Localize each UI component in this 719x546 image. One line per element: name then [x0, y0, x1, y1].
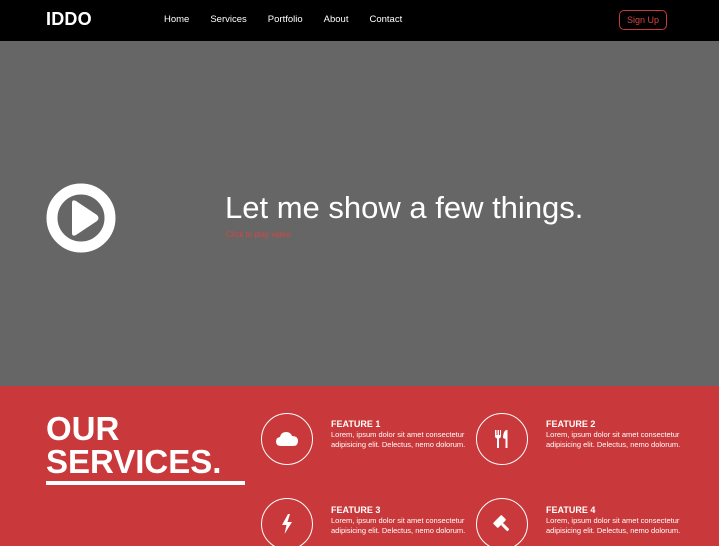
nav-link-portfolio[interactable]: Portfolio: [268, 14, 303, 25]
play-video-link[interactable]: Click to play video: [226, 230, 290, 239]
services-section: OUR SERVICES. FEATURE 1 Lorem, ipsum dol…: [0, 386, 719, 546]
nav-link-about[interactable]: About: [324, 14, 349, 25]
feature-title: FEATURE 2: [546, 419, 596, 429]
utensils-icon: [476, 413, 528, 465]
cloud-icon: [261, 413, 313, 465]
feature-text: Lorem, ipsum dolor sit amet consectetur …: [331, 430, 466, 449]
brand-logo[interactable]: IDDO: [46, 9, 92, 30]
feature-title: FEATURE 1: [331, 419, 381, 429]
nav-links: Home Services Portfolio About Contact: [164, 14, 423, 25]
services-heading-line1: OUR: [46, 410, 120, 447]
nav-link-services[interactable]: Services: [210, 14, 246, 25]
hero-title: Let me show a few things.: [225, 190, 584, 225]
feature-text: Lorem, ipsum dolor sit amet consectetur …: [546, 516, 681, 535]
bolt-icon: [261, 498, 313, 546]
nav-link-contact[interactable]: Contact: [369, 14, 402, 25]
signup-button[interactable]: Sign Up: [619, 10, 667, 30]
nav-link-home[interactable]: Home: [164, 14, 189, 25]
feature-text: Lorem, ipsum dolor sit amet consectetur …: [331, 516, 466, 535]
feature-text: Lorem, ipsum dolor sit amet consectetur …: [546, 430, 681, 449]
hero-section: Let me show a few things. Click to play …: [0, 41, 719, 386]
feature-title: FEATURE 4: [546, 505, 596, 515]
gavel-icon: [476, 498, 528, 546]
navbar: IDDO Home Services Portfolio About Conta…: [0, 0, 719, 41]
services-heading: OUR SERVICES.: [46, 412, 221, 478]
services-heading-line2: SERVICES.: [46, 443, 222, 480]
play-circle-icon[interactable]: [46, 183, 116, 253]
heading-underline: [46, 481, 245, 485]
feature-title: FEATURE 3: [331, 505, 381, 515]
